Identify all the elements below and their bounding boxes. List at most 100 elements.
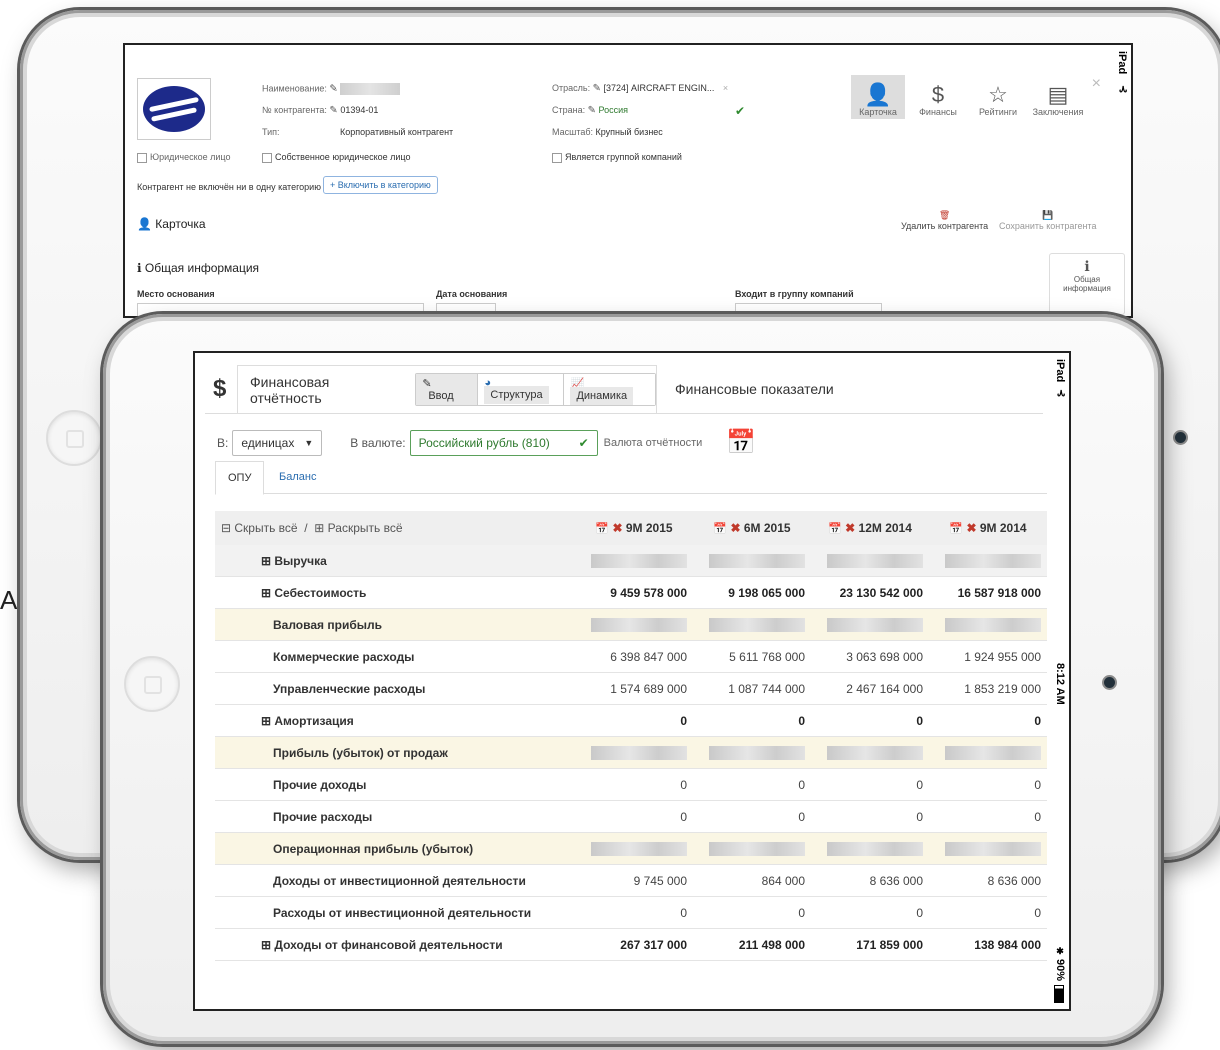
cell-value: 138 984 000: [929, 928, 1047, 961]
edit-pencil-icon[interactable]: ✎: [588, 105, 596, 116]
redacted-value: [929, 736, 1047, 769]
row-label: Расходы от инвестиционной деятельности: [215, 896, 575, 929]
country-field: Страна: ✎ Россия: [552, 105, 629, 116]
clear-icon[interactable]: ×: [723, 83, 728, 93]
check-icon: ✔: [578, 435, 589, 450]
front-camera: [1104, 677, 1115, 688]
table-header-row: ⊟ Скрыть всё / ⊞ Раскрыть всё 📅 ✖ 9M 201…: [215, 511, 1047, 545]
back-home-button[interactable]: [46, 410, 102, 466]
remove-period-icon[interactable]: ✖: [966, 521, 976, 535]
nav-ratings[interactable]: ☆ Рейтинги: [971, 75, 1025, 119]
report-currency-label: Валюта отчётности: [603, 436, 703, 449]
row-label[interactable]: ⊞ Доходы от финансовой деятельности: [215, 928, 575, 961]
tab-balance[interactable]: Баланс: [267, 461, 328, 493]
currency-select[interactable]: Российский рубль (810) ✔: [409, 429, 598, 456]
calendar-icon[interactable]: 📅: [713, 523, 727, 535]
cell-value: 23 130 542 000: [811, 576, 929, 609]
edit-pencil-icon[interactable]: ✎: [329, 83, 337, 94]
floppy-icon: 💾: [1042, 210, 1054, 220]
redacted-value: [575, 832, 693, 865]
finance-header: $ Финансовая отчётность ✎ Ввод ◕ Структу…: [205, 365, 1043, 415]
blurred-block: [827, 841, 923, 856]
company-logo: [137, 78, 211, 140]
table-body: ⊞ Выручка ⊞ Себестоимость 9 459 578 000 9 1…: [215, 545, 1047, 961]
edit-pencil-icon[interactable]: ✎: [593, 83, 601, 94]
table-row: Валовая прибыль: [215, 608, 1047, 641]
cell-value: 8 636 000: [811, 864, 929, 897]
industry-field: Отрасль: ✎ [3724] AIRCRAFT ENGIN... ×: [552, 83, 729, 94]
redacted-value: [693, 545, 811, 577]
redacted-value: [693, 608, 811, 641]
front-home-button[interactable]: [124, 656, 180, 712]
input-mode-button[interactable]: ✎ Ввод: [416, 374, 479, 405]
legal-entity-checkbox[interactable]: Юридическое лицо: [137, 152, 231, 163]
redacted-value: [929, 608, 1047, 641]
table-row: Коммерческие расходы 6 398 847 000 5 611 7…: [215, 640, 1047, 673]
scale-field: Масштаб: Крупный бизнес: [552, 127, 663, 137]
expand-all-link[interactable]: ⊞ Раскрыть всё: [314, 521, 402, 535]
cell-value: 0: [929, 768, 1047, 801]
delete-contractor-button[interactable]: 🗑 Удалить контрагента: [901, 210, 988, 231]
cell-value: 0: [929, 704, 1047, 737]
nav-finance[interactable]: $ Финансы: [911, 75, 965, 119]
cell-value: 3 063 698 000: [811, 640, 929, 673]
calendar-icon[interactable]: 📅: [949, 523, 963, 535]
table-row: Расходы от инвестиционной деятельности 0 0…: [215, 896, 1047, 929]
blurred-block: [709, 617, 805, 632]
device-label: iPad: [1116, 51, 1128, 75]
nav-conclusions[interactable]: ▤ Заключения: [1031, 75, 1085, 119]
front-status-bar: iPad ⊰ 8:12 AM ✱ 90%: [1049, 353, 1069, 1009]
tab-financial-indicators[interactable]: Финансовые показатели: [675, 365, 834, 413]
tab-financial-report-label: Финансовая отчётность: [250, 373, 330, 406]
expand-collapse-cell: ⊟ Скрыть всё / ⊞ Раскрыть всё: [215, 511, 575, 545]
redacted-value: [811, 736, 929, 769]
remove-period-icon[interactable]: ✖: [730, 521, 740, 535]
cell-value: 0: [811, 896, 929, 929]
row-label: Прочие доходы: [215, 768, 575, 801]
currency-label: В валюте:: [350, 435, 406, 450]
general-info-button[interactable]: ℹ Общая информация: [1049, 253, 1125, 315]
cell-value: 0: [929, 896, 1047, 929]
include-category-button[interactable]: + Включить в категорию: [323, 176, 438, 194]
back-screen: iPad ⊰ Юридическое лицо Наименование: ✎ …: [123, 43, 1133, 318]
cell-value: 0: [693, 800, 811, 833]
cell-value: 0: [575, 768, 693, 801]
calendar-icon[interactable]: 📅: [828, 523, 842, 535]
type-value: Корпоративный контрагент: [340, 127, 454, 137]
own-legal-entity-checkbox[interactable]: Собственное юридическое лицо: [262, 152, 410, 163]
nav-card[interactable]: 👤 Карточка: [851, 75, 905, 119]
battery-percent: 90%: [1054, 959, 1066, 982]
is-group-checkbox[interactable]: Является группой компаний: [552, 152, 682, 163]
collapse-all-link[interactable]: ⊟ Скрыть всё: [221, 521, 298, 535]
dynamics-mode-button[interactable]: 📈 Динамика: [564, 374, 655, 405]
tab-opu[interactable]: ОПУ: [215, 461, 265, 495]
blurred-block: [827, 745, 923, 760]
blurred-block: [827, 617, 923, 632]
tab-financial-report[interactable]: Финансовая отчётность ✎ Ввод ◕ Структура…: [237, 365, 657, 413]
close-icon[interactable]: ×: [1092, 75, 1101, 93]
table-row: Прибыль (убыток) от продаж: [215, 736, 1047, 769]
row-label[interactable]: ⊞ Выручка: [215, 545, 575, 577]
row-label[interactable]: ⊞ Амортизация: [215, 704, 575, 737]
remove-period-icon[interactable]: ✖: [612, 521, 622, 535]
blurred-block: [827, 553, 923, 568]
period-header: 📅 ✖ 6M 2015: [693, 511, 811, 545]
place-label: Место основания: [137, 289, 215, 299]
remove-period-icon[interactable]: ✖: [845, 521, 855, 535]
row-label: Прибыль (убыток) от продаж: [215, 736, 575, 769]
calendar-check-icon[interactable]: 📅: [726, 428, 756, 457]
edit-pencil-icon[interactable]: ✎: [329, 105, 337, 116]
blurred-block: [591, 553, 687, 568]
structure-mode-button[interactable]: ◕ Структура: [478, 374, 565, 405]
dollar-icon: $: [213, 375, 227, 402]
cell-value: 9 745 000: [575, 864, 693, 897]
calendar-icon[interactable]: 📅: [595, 523, 609, 535]
row-label[interactable]: ⊞ Себестоимость: [215, 576, 575, 609]
units-select[interactable]: единицах ▼: [232, 429, 323, 456]
row-label: Валовая прибыль: [215, 608, 575, 641]
table-row: Доходы от инвестиционной деятельности 9 7…: [215, 864, 1047, 897]
save-contractor-button[interactable]: 💾 Сохранить контрагента: [999, 210, 1096, 231]
cell-value: 0: [575, 800, 693, 833]
info-icon: ℹ: [1084, 258, 1090, 274]
cell-value: 0: [693, 768, 811, 801]
